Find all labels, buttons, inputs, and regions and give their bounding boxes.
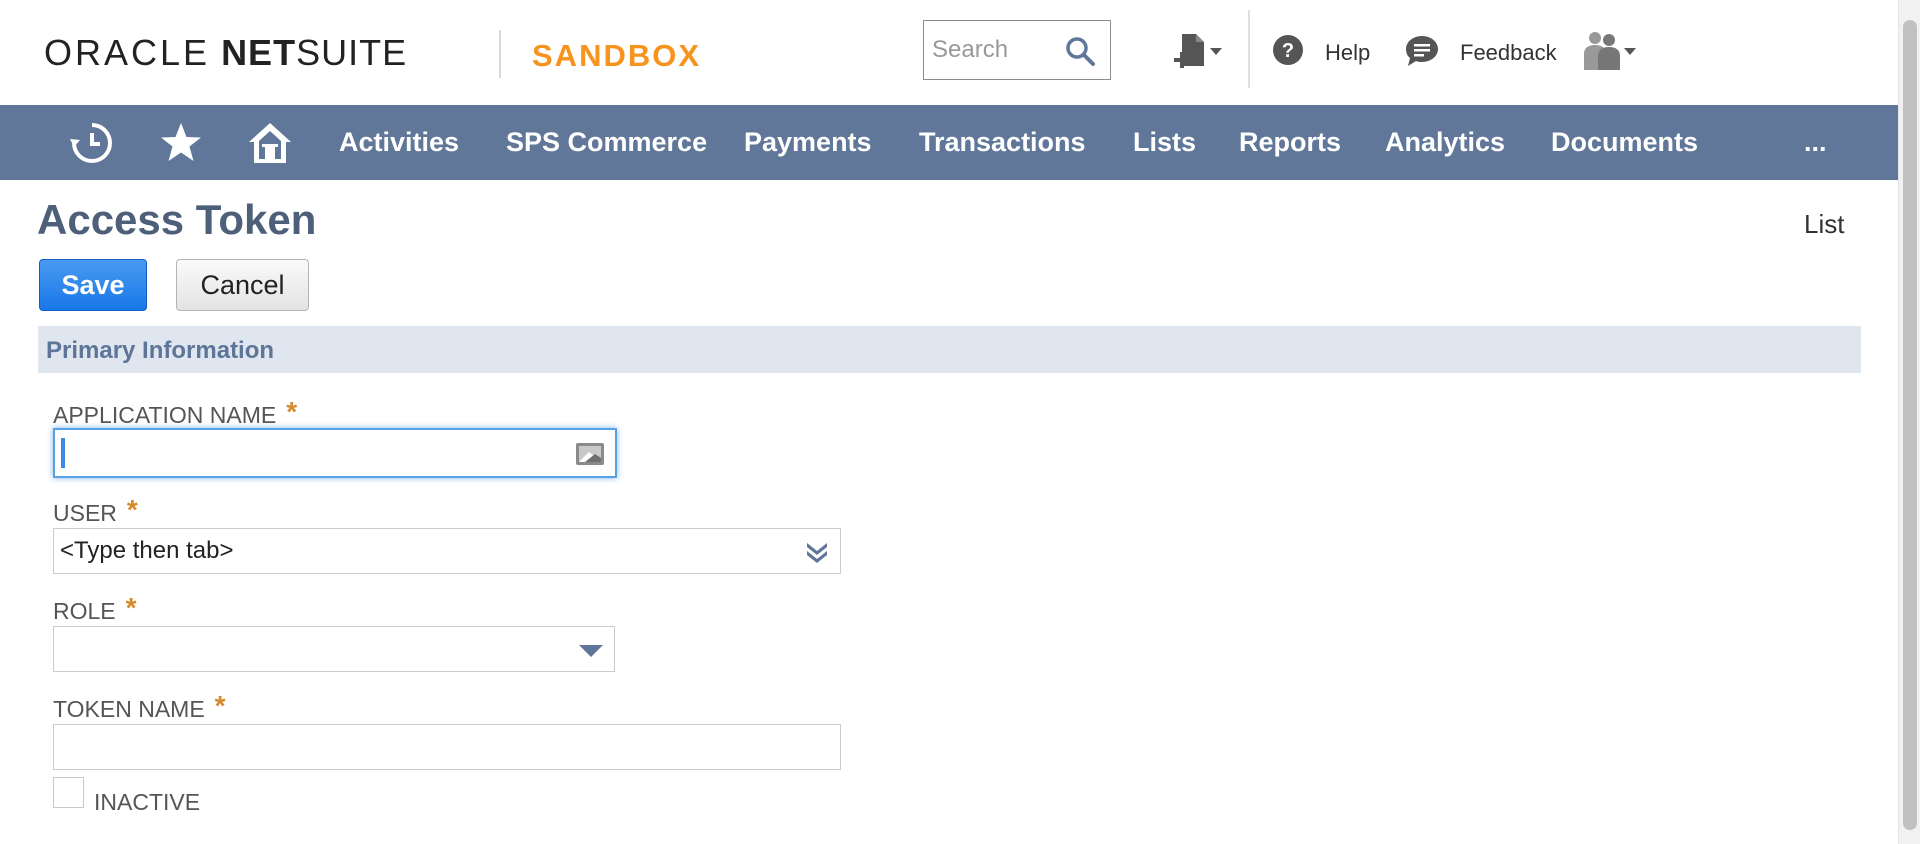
save-button[interactable]: Save <box>39 259 147 311</box>
nav-payments[interactable]: Payments <box>744 127 872 158</box>
help-link[interactable]: Help <box>1325 40 1370 66</box>
section-title: Primary Information <box>46 337 275 364</box>
double-chevron-down-icon[interactable] <box>804 539 830 565</box>
help-icon[interactable]: ? <box>1272 34 1304 66</box>
user-label-text: USER <box>53 500 117 526</box>
nav-reports[interactable]: Reports <box>1239 127 1341 158</box>
token-name-field[interactable] <box>53 724 841 770</box>
page-title: Access Token <box>37 196 317 243</box>
create-new-icon[interactable] <box>1172 32 1224 76</box>
nav-lists[interactable]: Lists <box>1133 127 1196 158</box>
required-marker: * <box>126 494 138 525</box>
nav-documents[interactable]: Documents <box>1551 127 1698 158</box>
logo-divider <box>499 30 501 78</box>
role-label: ROLE * <box>53 592 137 626</box>
header-divider <box>1248 10 1250 88</box>
feedback-icon[interactable] <box>1404 34 1440 68</box>
text-cursor <box>61 438 65 468</box>
inactive-label: INACTIVE <box>94 789 201 815</box>
inactive-checkbox[interactable] <box>53 777 84 808</box>
application-name-field[interactable] <box>53 428 617 478</box>
nav-sps-commerce[interactable]: SPS Commerce <box>506 127 707 158</box>
nav-more[interactable]: ... <box>1804 127 1827 158</box>
user-roles-icon[interactable] <box>1580 30 1640 72</box>
search-input[interactable] <box>932 31 1062 69</box>
netsuite-logo[interactable]: ORACLE NETSUITE <box>44 32 407 74</box>
logo-oracle-text: ORACLE <box>44 32 211 73</box>
user-field[interactable] <box>53 528 841 574</box>
nav-transactions[interactable]: Transactions <box>919 127 1086 158</box>
field-help-icon[interactable] <box>575 442 605 466</box>
search-icon[interactable] <box>1064 35 1096 67</box>
application-name-label-text: APPLICATION NAME <box>53 402 277 428</box>
top-header: ORACLE NETSUITE SANDBOX ? Help Feedback <box>0 0 1898 105</box>
nav-analytics[interactable]: Analytics <box>1385 127 1505 158</box>
application-name-input[interactable] <box>69 436 549 468</box>
primary-information-section: Primary Information <box>38 326 1861 373</box>
home-icon[interactable] <box>246 119 294 167</box>
recent-records-icon[interactable] <box>68 119 116 167</box>
cancel-button[interactable]: Cancel <box>176 259 309 311</box>
sandbox-badge: SANDBOX <box>532 38 702 73</box>
required-marker: * <box>286 396 298 427</box>
nav-activities[interactable]: Activities <box>339 127 459 158</box>
global-search[interactable] <box>923 20 1111 80</box>
star-icon[interactable] <box>157 119 205 167</box>
role-select[interactable] <box>53 626 615 672</box>
role-label-text: ROLE <box>53 598 116 624</box>
main-navigation: Activities SPS Commerce Payments Transac… <box>0 105 1898 180</box>
scrollbar-thumb[interactable] <box>1903 20 1917 830</box>
svg-text:?: ? <box>1282 40 1294 62</box>
token-name-label: TOKEN NAME * <box>53 690 226 724</box>
page-scrollbar[interactable] <box>1898 0 1920 844</box>
list-link[interactable]: List <box>1804 209 1844 240</box>
application-name-label: APPLICATION NAME * <box>53 396 298 430</box>
logo-suite-text: SUITE <box>296 32 408 73</box>
token-name-input[interactable] <box>60 731 820 763</box>
feedback-link[interactable]: Feedback <box>1460 40 1557 66</box>
required-marker: * <box>214 690 226 721</box>
user-input[interactable] <box>60 535 780 567</box>
token-name-label-text: TOKEN NAME <box>53 696 205 722</box>
user-label: USER * <box>53 494 138 528</box>
logo-net-text: NET <box>221 32 297 73</box>
chevron-down-icon[interactable] <box>578 637 604 663</box>
required-marker: * <box>125 592 137 623</box>
